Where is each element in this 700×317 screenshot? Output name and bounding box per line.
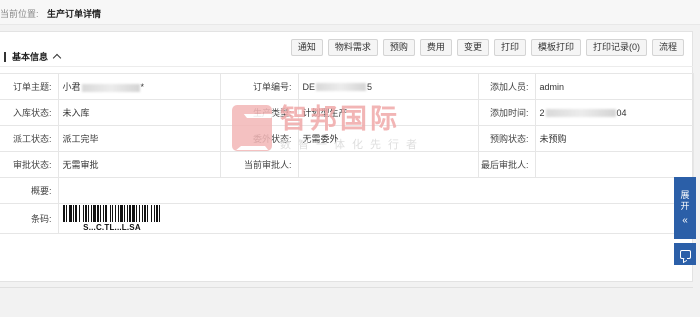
current-approver-value [297, 151, 479, 178]
creator-value: admin [534, 73, 694, 100]
production-type-value: 计划型生产 [297, 99, 479, 126]
pre-purchase-status-value: 未预购 [534, 125, 694, 152]
created-time-value: 2 04 [534, 99, 694, 126]
pre-purchase-status-label: 预购状态: [477, 125, 536, 152]
order-subject-value: 小君 * [57, 73, 221, 100]
barcode-bars [62, 205, 162, 222]
table-row: 入库状态: 未入库 生产类型: 计划型生产 添加时间: 2 04 [0, 99, 694, 126]
workflow-button[interactable]: 流程 [651, 39, 684, 56]
bottom-divider [0, 287, 693, 288]
table-row: 条码: S...C.TL...L.SA [0, 203, 694, 234]
outsource-status-value: 无需委外 [297, 125, 479, 152]
table-row: 概要: [0, 177, 694, 204]
print-record-button[interactable]: 打印记录(0) [585, 39, 647, 56]
chat-icon [679, 249, 691, 259]
table-row: 订单主题: 小君 * 订单编号: DE 5 添加人员: admin [0, 73, 694, 100]
pre-purchase-button[interactable]: 预购 [382, 39, 415, 56]
breadcrumb-label: 当前位置: [0, 9, 39, 19]
section-header[interactable]: 基本信息 [4, 50, 62, 63]
change-button[interactable]: 变更 [456, 39, 489, 56]
section-marker [4, 51, 6, 62]
last-approver-label: 最后审批人: [477, 151, 536, 178]
dispatch-status-label: 派工状态: [0, 125, 59, 152]
approval-status-label: 审批状态: [0, 151, 59, 178]
production-type-label: 生产类型: [219, 99, 299, 126]
notify-button[interactable]: 通知 [290, 39, 323, 56]
barcode-text: S...C.TL...L.SA [83, 223, 141, 232]
dispatch-status-value: 派工完毕 [57, 125, 221, 152]
barcode-label: 条码: [0, 203, 59, 234]
barcode-bar [160, 205, 162, 222]
order-subject-label: 订单主题: [0, 73, 59, 100]
barcode: S...C.TL...L.SA [62, 205, 162, 232]
summary-value [57, 177, 694, 204]
chevron-left-icon: « [682, 215, 688, 226]
stock-in-status-value: 未入库 [57, 99, 221, 126]
side-float-panel: 展 开 « [674, 177, 696, 265]
barcode-cell: S...C.TL...L.SA [57, 203, 694, 234]
outsource-status-label: 委外状态: [219, 125, 299, 152]
approval-status-value: 无需审批 [57, 151, 221, 178]
expand-button[interactable]: 展 开 « [674, 177, 696, 239]
chat-button[interactable] [674, 243, 696, 265]
basic-info-table: 订单主题: 小君 * 订单编号: DE 5 添加人员: admin 入库状态: 未入… [0, 73, 694, 234]
page-title: 生产订单详情 [47, 9, 102, 19]
order-number-value: DE 5 [297, 73, 479, 100]
creator-label: 添加人员: [477, 73, 536, 100]
table-row: 派工状态: 派工完毕 委外状态: 无需委外 预购状态: 未预购 [0, 125, 694, 152]
divider [0, 66, 693, 67]
last-approver-value [534, 151, 694, 178]
template-print-button[interactable]: 模板打印 [530, 39, 581, 56]
summary-label: 概要: [0, 177, 59, 204]
current-approver-label: 当前审批人: [219, 151, 299, 178]
material-demand-button[interactable]: 物料需求 [327, 39, 378, 56]
top-bar: 当前位置: 生产订单详情 [0, 0, 700, 25]
cost-button[interactable]: 费用 [419, 39, 452, 56]
stock-in-status-label: 入库状态: [0, 99, 59, 126]
action-toolbar: 通知 物料需求 预购 费用 变更 打印 模板打印 打印记录(0) 流程 [290, 39, 684, 56]
chevron-up-icon[interactable] [52, 53, 62, 63]
print-button[interactable]: 打印 [493, 39, 526, 56]
created-time-label: 添加时间: [477, 99, 536, 126]
table-row: 审批状态: 无需审批 当前审批人: 最后审批人: [0, 151, 694, 178]
section-title: 基本信息 [12, 52, 49, 62]
order-number-label: 订单编号: [219, 73, 299, 100]
